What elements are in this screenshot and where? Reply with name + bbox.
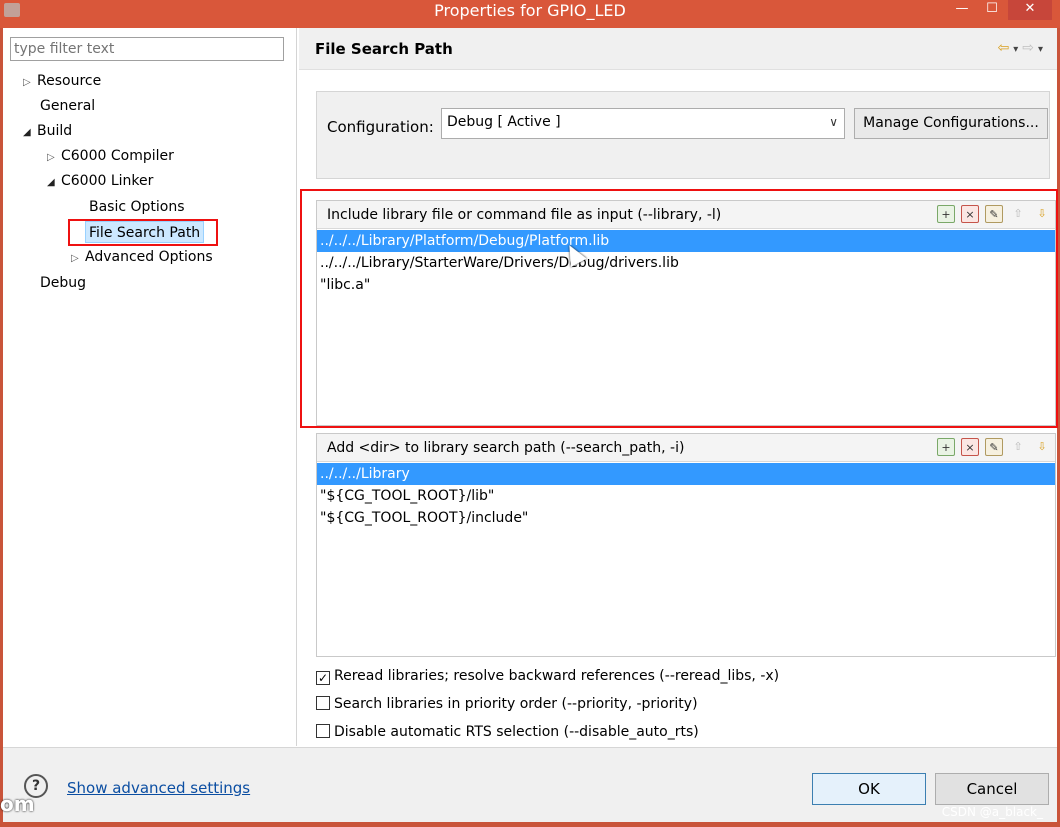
- properties-page: File Search Path ⇦▾⇨▾ Configuration: Deb…: [299, 28, 1058, 746]
- checkbox-icon[interactable]: [316, 724, 330, 738]
- page-header: File Search Path ⇦▾⇨▾: [299, 28, 1057, 70]
- page-title: File Search Path: [315, 40, 453, 58]
- tree-item-resource[interactable]: ▷ Resource: [23, 70, 101, 92]
- add-icon[interactable]: +: [937, 438, 955, 456]
- tree-item-build[interactable]: ◢ Build: [23, 120, 72, 142]
- search-path-list: Add <dir> to library search path (--sear…: [316, 433, 1056, 657]
- navigation-panel: ▷Resource General ◢Build ▷C6000 Compiler…: [3, 28, 297, 746]
- checkbox-icon[interactable]: [316, 696, 330, 710]
- list-header: Add <dir> to library search path (--sear…: [317, 434, 1055, 462]
- list-toolbar: + × ✎ ⇧ ⇩: [937, 438, 1051, 456]
- minimize-button[interactable]: —: [950, 0, 974, 20]
- move-up-icon[interactable]: ⇧: [1009, 438, 1027, 456]
- tree-item-linker[interactable]: ◢ C6000 Linker: [47, 170, 153, 192]
- cancel-button[interactable]: Cancel: [935, 773, 1049, 805]
- close-button[interactable]: ✕: [1008, 0, 1052, 20]
- tree-item-basic-options[interactable]: Basic Options: [89, 196, 185, 218]
- reread-libraries-option[interactable]: ✓ Reread libraries; resolve backward refe…: [316, 665, 779, 687]
- forward-arrow-icon[interactable]: ⇨: [1022, 40, 1038, 56]
- button-bar: ? om Show advanced settings OK Cancel CS…: [0, 747, 1057, 822]
- list-item[interactable]: "${CG_TOOL_ROOT}/include": [317, 507, 1055, 529]
- chevron-down-icon: ∨: [829, 115, 838, 129]
- tree-item-debug[interactable]: Debug: [40, 272, 86, 294]
- ok-button[interactable]: OK: [812, 773, 926, 805]
- watermark: CSDN @a_black_: [941, 805, 1043, 819]
- priority-order-option[interactable]: Search libraries in priority order (--pr…: [316, 693, 698, 715]
- manage-configurations-button[interactable]: Manage Configurations...: [854, 108, 1048, 139]
- list-header-label: Add <dir> to library search path (--sear…: [327, 440, 685, 456]
- tree-item-advanced-options[interactable]: ▷ Advanced Options: [71, 246, 213, 268]
- corner-text: om: [0, 792, 35, 816]
- tree-item-compiler[interactable]: ▷ C6000 Compiler: [47, 145, 174, 167]
- move-down-icon[interactable]: ⇩: [1033, 438, 1051, 456]
- expand-arrow-icon[interactable]: ▷: [71, 248, 85, 270]
- dialog-client: ▷Resource General ◢Build ▷C6000 Compiler…: [0, 28, 1058, 822]
- title-bar: Properties for GPIO_LED — ☐ ✕: [0, 0, 1060, 28]
- dropdown-icon[interactable]: ▾: [1013, 44, 1022, 55]
- configuration-group: Configuration: Debug [ Active ] ∨ Manage…: [316, 91, 1050, 179]
- highlight-frame: [300, 189, 1058, 428]
- back-arrow-icon[interactable]: ⇦: [997, 40, 1013, 56]
- tree-item-file-search-path[interactable]: File Search Path: [85, 221, 205, 243]
- expand-arrow-icon[interactable]: ▷: [47, 147, 61, 169]
- disable-auto-rts-option[interactable]: Disable automatic RTS selection (--disab…: [316, 721, 699, 743]
- expand-arrow-icon[interactable]: ▷: [23, 72, 37, 94]
- configuration-label: Configuration:: [327, 118, 434, 136]
- dropdown-icon[interactable]: ▾: [1038, 44, 1047, 55]
- list-body: ../../../Library "${CG_TOOL_ROOT}/lib" "…: [317, 463, 1055, 529]
- collapse-arrow-icon[interactable]: ◢: [23, 122, 37, 144]
- collapse-arrow-icon[interactable]: ◢: [47, 172, 61, 194]
- history-navigation: ⇦▾⇨▾: [997, 40, 1047, 56]
- edit-icon[interactable]: ✎: [985, 438, 1003, 456]
- list-item[interactable]: ../../../Library: [317, 463, 1055, 485]
- delete-icon[interactable]: ×: [961, 438, 979, 456]
- window-title: Properties for GPIO_LED: [434, 1, 626, 20]
- tree-item-general[interactable]: General: [40, 95, 95, 117]
- configuration-select[interactable]: Debug [ Active ] ∨: [441, 108, 845, 139]
- show-advanced-settings-link[interactable]: Show advanced settings: [67, 779, 250, 797]
- list-item[interactable]: "${CG_TOOL_ROOT}/lib": [317, 485, 1055, 507]
- maximize-button[interactable]: ☐: [980, 0, 1004, 20]
- checkbox-checked-icon[interactable]: ✓: [316, 671, 330, 685]
- filter-input[interactable]: [10, 37, 284, 61]
